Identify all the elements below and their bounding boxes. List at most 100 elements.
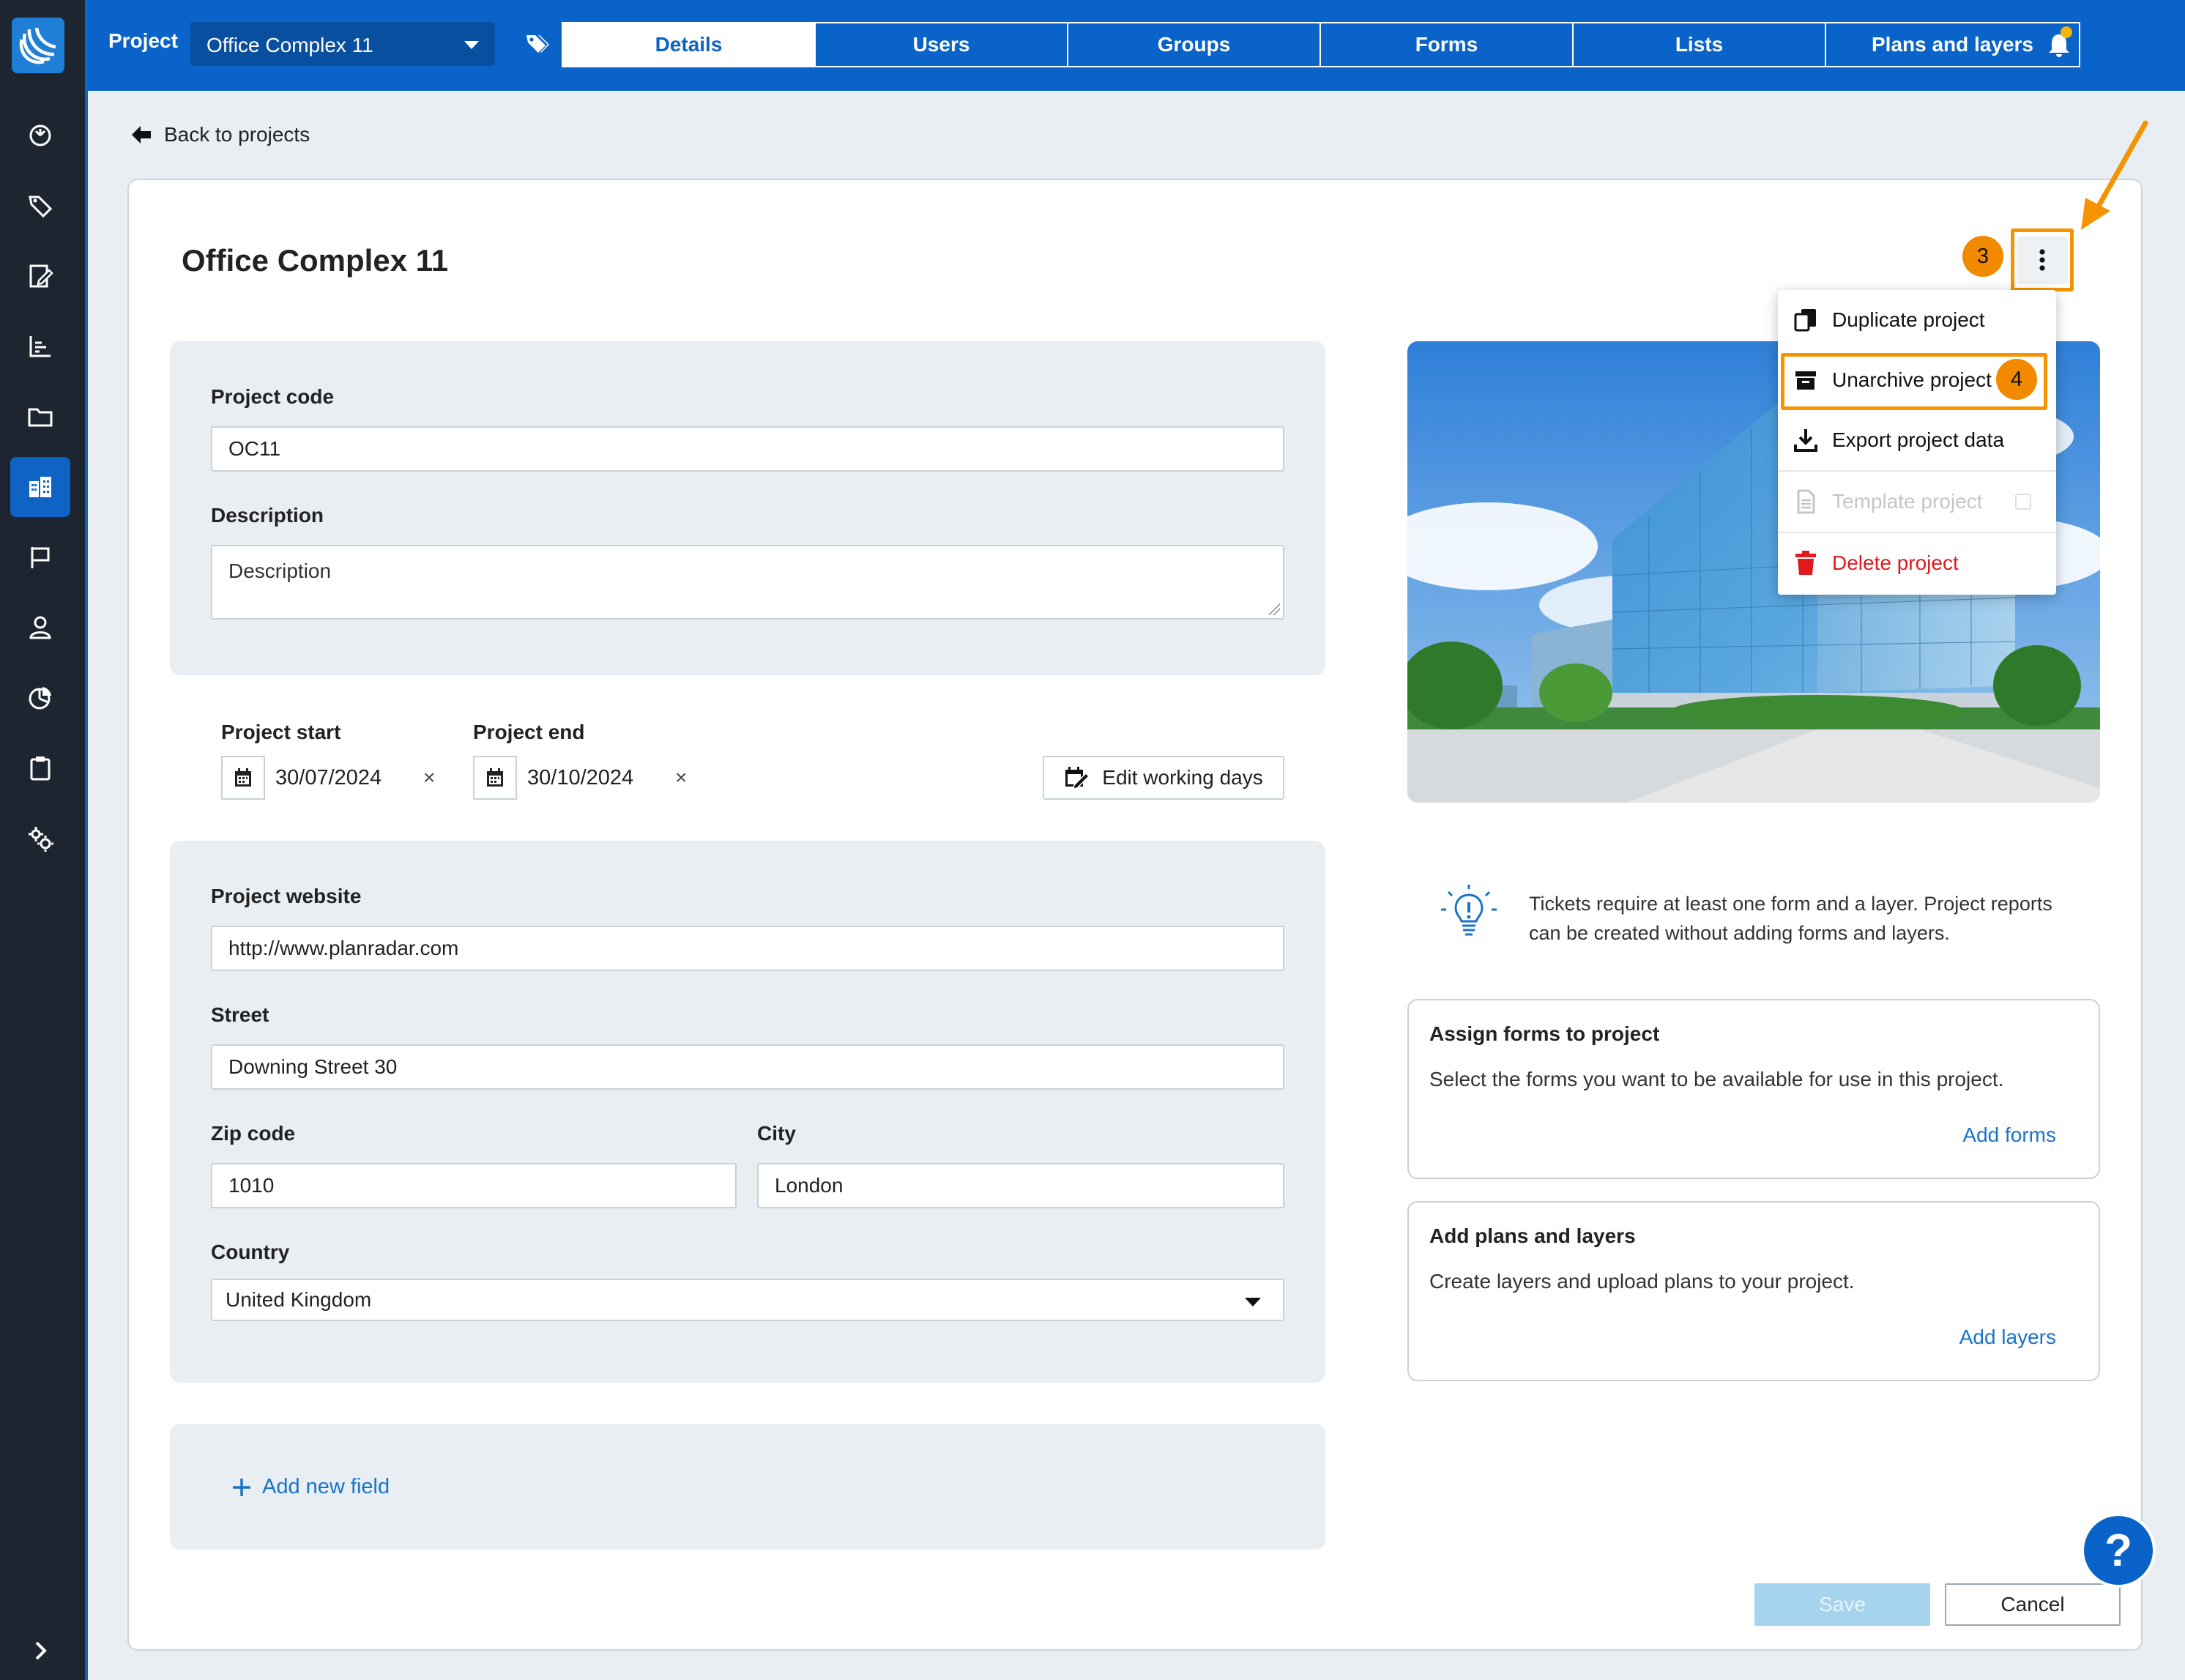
tab-forms[interactable]: Forms <box>1321 23 1574 66</box>
sidebar-item-statistics[interactable] <box>10 316 70 376</box>
project-website-input[interactable]: http://www.planradar.com <box>211 926 1284 971</box>
country-value: United Kingdom <box>226 1288 372 1311</box>
sidebar-item-projects[interactable] <box>10 457 70 517</box>
description-textarea[interactable]: Description <box>211 545 1284 620</box>
tab-plans-label: Plans and layers <box>1871 33 2033 56</box>
menu-item-export-project-data[interactable]: Export project data <box>1778 410 2056 470</box>
sidebar-item-users[interactable] <box>10 598 70 658</box>
calendar-icon <box>235 768 251 787</box>
sidebar-item-dashboard[interactable] <box>10 105 70 166</box>
tab-lists-label: Lists <box>1675 33 1724 56</box>
country-select[interactable]: United Kingdom <box>211 1279 1284 1321</box>
tab-groups[interactable]: Groups <box>1068 23 1321 66</box>
help-button[interactable]: ? <box>2081 1513 2156 1588</box>
assign-forms-title: Assign forms to project <box>1429 1022 1660 1045</box>
menu-item-duplicate-project[interactable]: Duplicate project <box>1778 290 2056 350</box>
zip-code-label: Zip code <box>211 1122 296 1145</box>
sidebar <box>0 0 85 1680</box>
folder-icon <box>28 408 53 427</box>
sidebar-item-forms[interactable] <box>10 246 70 306</box>
chevron-right-icon <box>35 1641 47 1660</box>
project-label: Project <box>108 29 178 52</box>
tab-lists[interactable]: Lists <box>1574 23 1826 66</box>
buildings-icon <box>29 477 51 497</box>
planradar-logo[interactable] <box>12 18 64 73</box>
add-plans-layers-card: Add plans and layers Create layers and u… <box>1407 1201 2100 1381</box>
city-input[interactable]: London <box>757 1163 1284 1208</box>
template-checkbox <box>2015 494 2031 510</box>
save-button[interactable]: Save <box>1754 1583 1930 1626</box>
assign-forms-card: Assign forms to project Select the forms… <box>1407 999 2100 1179</box>
pie-chart-icon <box>29 687 51 710</box>
project-end-label: Project end <box>473 721 585 743</box>
sidebar-item-tags[interactable] <box>10 176 70 236</box>
document-icon <box>1797 489 1815 514</box>
project-website-label: Project website <box>211 885 362 907</box>
project-code-input[interactable]: OC11 <box>211 426 1284 472</box>
project-code-value: OC11 <box>228 437 281 460</box>
code-description-panel <box>170 341 1325 675</box>
clear-project-start-button[interactable]: × <box>423 766 435 789</box>
tab-users[interactable]: Users <box>816 23 1068 66</box>
add-plans-layers-title: Add plans and layers <box>1429 1224 1636 1247</box>
expand-sidebar-button[interactable] <box>26 1636 56 1665</box>
menu-item-label: Template project <box>1832 490 1983 513</box>
caret-down-icon <box>1245 1298 1261 1307</box>
project-selector[interactable]: Office Complex 11 <box>190 22 495 66</box>
project-start-label: Project start <box>221 721 341 743</box>
lightbulb-icon <box>1441 885 1497 936</box>
project-end-calendar-button[interactable] <box>473 756 517 800</box>
sidebar-item-settings[interactable] <box>10 809 70 869</box>
city-label: City <box>757 1122 796 1145</box>
calendar-edit-icon <box>1065 767 1090 789</box>
resize-handle[interactable] <box>1268 603 1280 615</box>
menu-item-label: Duplicate project <box>1832 308 1985 331</box>
back-to-projects-link[interactable]: Back to projects <box>130 123 310 146</box>
street-value: Downing Street 30 <box>228 1055 398 1078</box>
tab-plans-and-layers[interactable]: Plans and layers <box>1826 23 2079 66</box>
project-end-value[interactable]: 30/10/2024 <box>527 766 633 790</box>
description-label: Description <box>211 504 324 527</box>
zip-code-input[interactable]: 1010 <box>211 1163 737 1208</box>
step-4-badge: 4 <box>1996 359 2037 400</box>
menu-item-label: Export project data <box>1832 428 2005 451</box>
more-options-button[interactable] <box>2017 236 2068 284</box>
project-start-calendar-button[interactable] <box>221 756 265 800</box>
chart-icon <box>29 336 51 357</box>
sidebar-item-tickets[interactable] <box>10 527 70 587</box>
calendar-icon <box>487 768 503 787</box>
description-placeholder: Description <box>228 560 332 582</box>
project-code-label: Project code <box>211 385 335 408</box>
sidebar-item-tasks[interactable] <box>10 738 70 798</box>
tags-icon[interactable] <box>524 32 551 59</box>
app-window: Project Office Complex 11 Details Users … <box>0 0 2185 1680</box>
menu-item-template-project: Template project <box>1778 472 2056 532</box>
info-hint: Tickets require at least one form and a … <box>1438 882 2082 948</box>
dashboard-icon <box>29 124 51 146</box>
edit-working-days-button[interactable]: Edit working days <box>1043 756 1284 800</box>
assign-forms-text: Select the forms you want to be availabl… <box>1429 1068 2004 1090</box>
sidebar-item-documents[interactable] <box>10 387 70 447</box>
project-tabs: Details Users Groups Forms Lists Plans a… <box>562 22 2080 67</box>
project-start-value[interactable]: 30/07/2024 <box>275 766 381 790</box>
caret-down-icon <box>464 41 479 49</box>
menu-item-delete-project[interactable]: Delete project <box>1778 533 2056 593</box>
add-plans-layers-text: Create layers and upload plans to your p… <box>1429 1270 1855 1293</box>
logo-icon <box>19 27 56 64</box>
tab-groups-label: Groups <box>1157 33 1231 56</box>
street-label: Street <box>211 1003 269 1026</box>
cancel-button[interactable]: Cancel <box>1945 1583 2121 1626</box>
back-to-projects-label: Back to projects <box>164 123 310 146</box>
download-icon <box>1794 429 1817 452</box>
clear-project-end-button[interactable]: × <box>675 766 687 789</box>
project-selector-value: Office Complex 11 <box>206 34 373 56</box>
add-new-field-button[interactable]: Add new field <box>231 1475 390 1499</box>
tab-details[interactable]: Details <box>563 23 816 66</box>
sidebar-item-reports[interactable] <box>10 668 70 728</box>
city-value: London <box>775 1174 844 1197</box>
add-forms-link[interactable]: Add forms <box>1962 1123 2056 1147</box>
street-input[interactable]: Downing Street 30 <box>211 1044 1284 1090</box>
edit-form-icon <box>29 264 53 288</box>
add-new-field-label: Add new field <box>262 1475 390 1498</box>
add-layers-link[interactable]: Add layers <box>1959 1326 2056 1349</box>
